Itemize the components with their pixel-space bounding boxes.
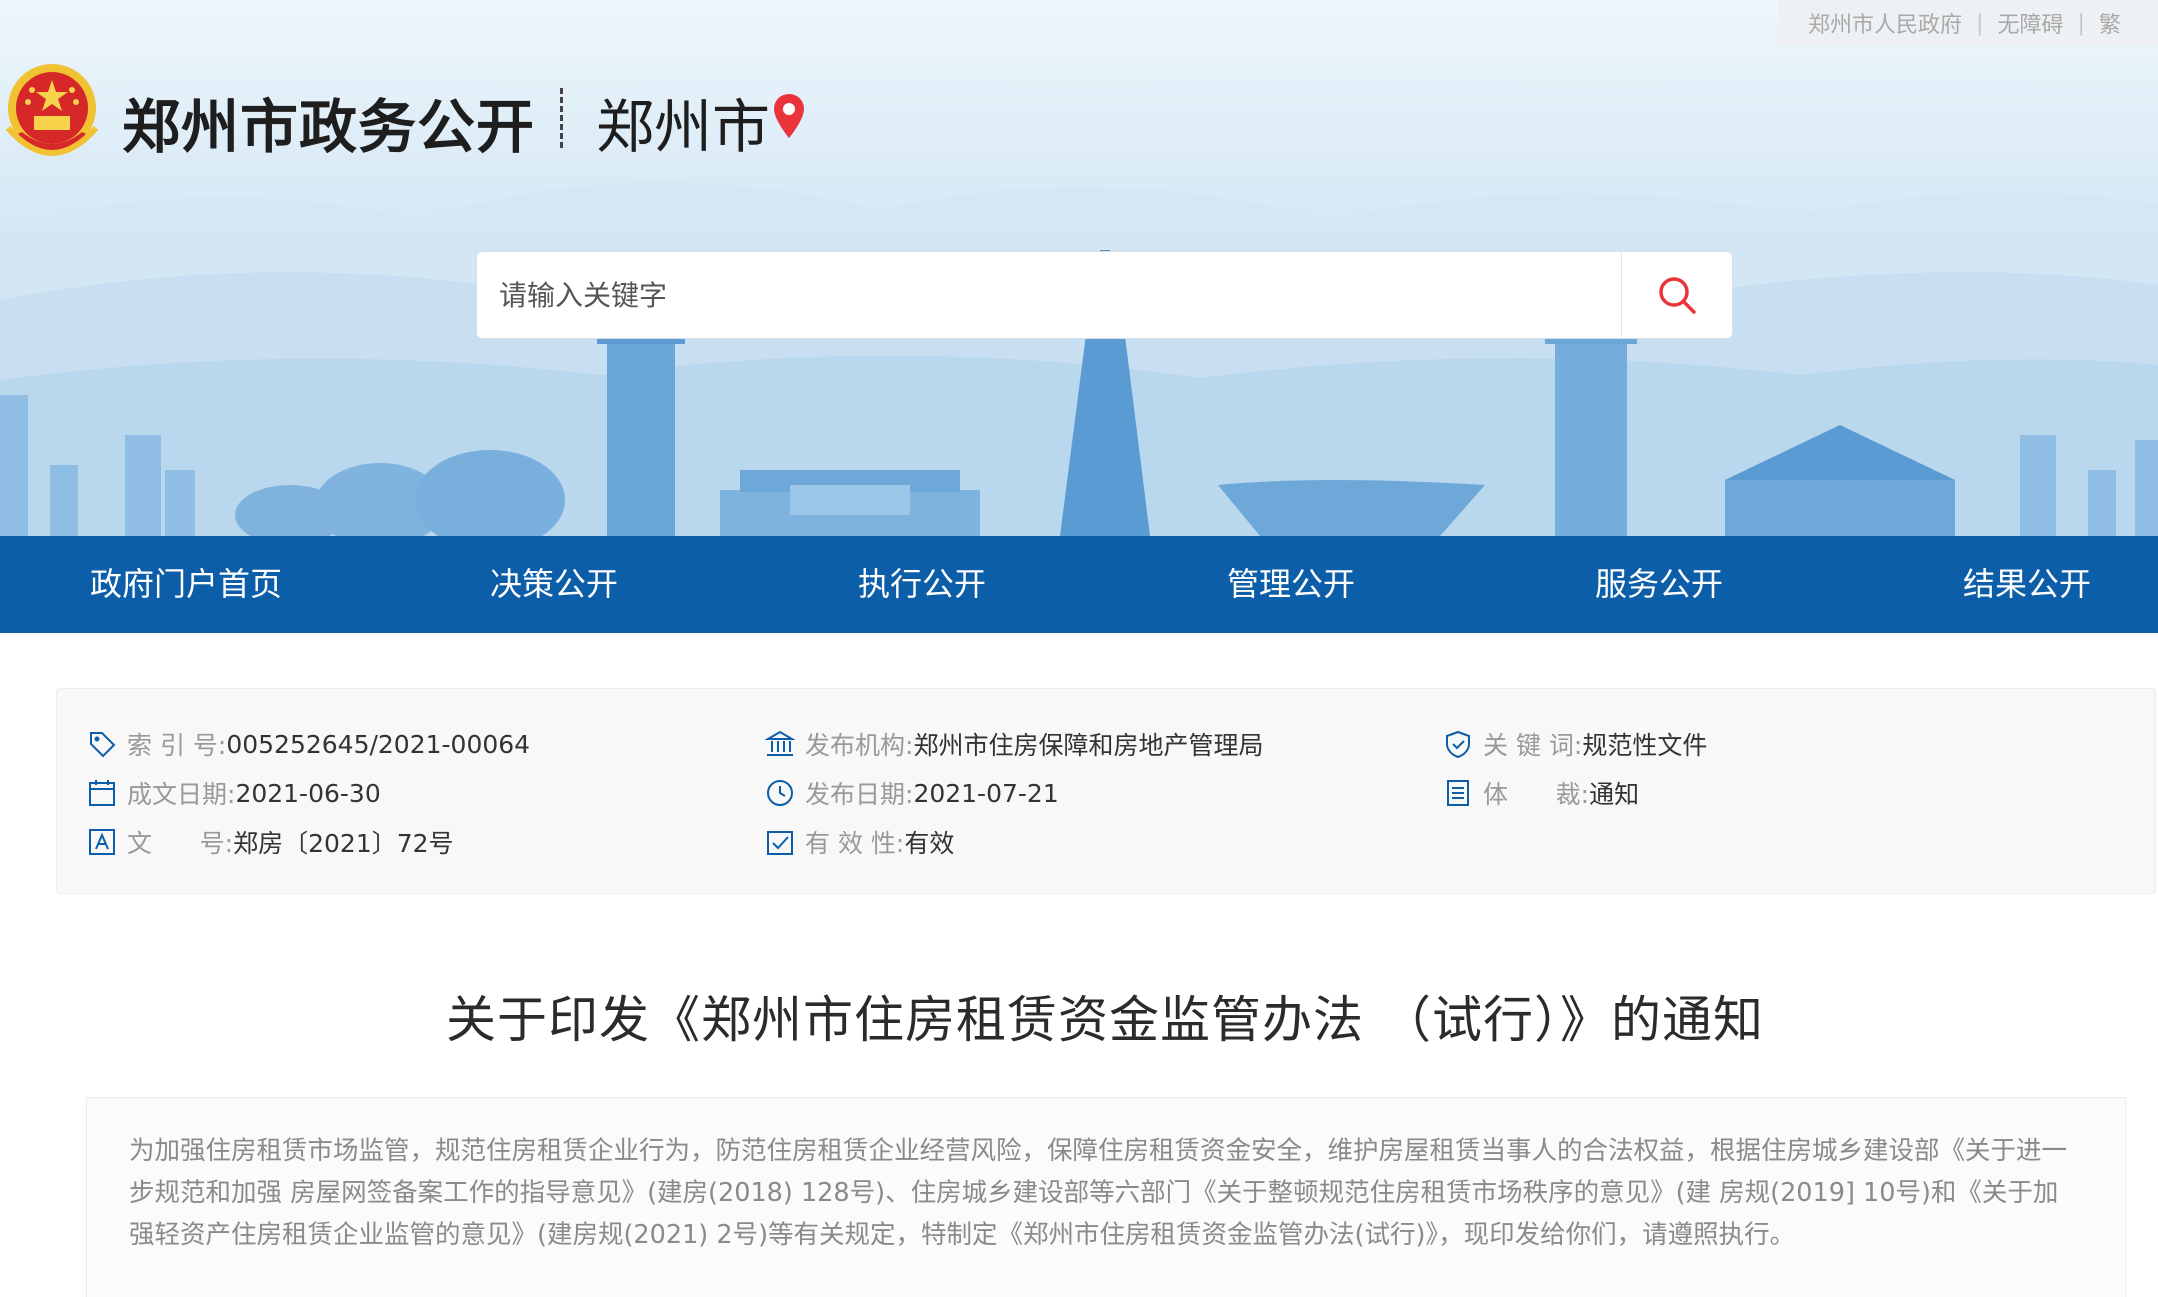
- shield-icon: [1443, 729, 1473, 759]
- national-emblem-icon: [5, 64, 99, 156]
- nav-item-portal-home[interactable]: 政府门户首页: [90, 536, 282, 633]
- calendar-icon: [87, 778, 117, 808]
- document-paragraph: 为加强住房租赁市场监管，规范住房租赁企业行为，防范住房租赁企业经营风险，保障住房…: [129, 1136, 2068, 1250]
- document-metadata: 索 引 号: 005252645/2021-00064 成文日期: 2021-0…: [56, 688, 2156, 894]
- meta-genre-label: 体 裁:: [1483, 780, 1590, 809]
- document-title: 关于印发《郑州市住房租赁资金监管办法 （试行）》的通知: [446, 991, 1764, 1049]
- search-bar: [476, 251, 1733, 339]
- institution-icon: [765, 729, 795, 759]
- meta-genre: 体 裁: 通知: [1443, 775, 1639, 811]
- meta-publisher: 发布机构: 郑州市住房保障和房地产管理局: [765, 726, 1263, 762]
- accessibility-link[interactable]: 无障碍: [1997, 7, 2063, 39]
- meta-doc-no: 文 号: 郑房〔2021〕72号: [87, 824, 454, 860]
- meta-publish-date-value: 2021-07-21: [913, 778, 1059, 808]
- list-document-icon: [1443, 778, 1473, 808]
- meta-publish-date-label: 发布日期:: [805, 780, 914, 809]
- city-name[interactable]: 郑州市: [596, 80, 770, 164]
- meta-doc-no-label: 文 号:: [127, 829, 234, 858]
- meta-index: 索 引 号: 005252645/2021-00064: [87, 726, 530, 762]
- top-utility-links: 郑州市人民政府 | 无障碍 | 繁: [1778, 0, 2158, 46]
- meta-keywords-value: 规范性文件: [1582, 731, 1708, 760]
- meta-keywords: 关 键 词: 规范性文件: [1443, 726, 1707, 762]
- title-divider: [560, 88, 563, 148]
- nav-item-result[interactable]: 结果公开: [1963, 536, 2091, 633]
- meta-validity-label: 有 效 性:: [805, 829, 905, 858]
- search-input[interactable]: [477, 251, 1621, 339]
- meta-index-label: 索 引 号:: [127, 731, 227, 760]
- meta-validity-value: 有效: [904, 829, 955, 858]
- traditional-chinese-link[interactable]: 繁: [2099, 7, 2121, 39]
- nav-item-execution[interactable]: 执行公开: [858, 536, 986, 633]
- nav-item-management[interactable]: 管理公开: [1227, 536, 1355, 633]
- nav-item-service[interactable]: 服务公开: [1595, 536, 1723, 633]
- meta-index-value: 005252645/2021-00064: [226, 729, 531, 759]
- meta-doc-no-value: 郑房〔2021〕72号: [233, 829, 454, 858]
- meta-keywords-label: 关 键 词:: [1483, 731, 1583, 760]
- search-button[interactable]: [1621, 252, 1732, 338]
- clock-icon: [765, 778, 795, 808]
- checkbox-icon: [765, 827, 795, 857]
- tag-icon: [87, 729, 117, 759]
- location-pin-icon[interactable]: [772, 92, 806, 140]
- search-icon: [1659, 277, 1696, 314]
- meta-publish-date: 发布日期: 2021-07-21: [765, 775, 1059, 811]
- meta-genre-value: 通知: [1589, 780, 1640, 809]
- meta-date-created: 成文日期: 2021-06-30: [87, 775, 381, 811]
- meta-validity: 有 效 性: 有效: [765, 824, 954, 860]
- separator: |: [2077, 10, 2085, 36]
- gov-portal-link[interactable]: 郑州市人民政府: [1808, 7, 1962, 39]
- main-nav: 政府门户首页 决策公开 执行公开 管理公开 服务公开 结果公开: [0, 536, 2158, 633]
- site-title[interactable]: 郑州市政务公开: [122, 80, 535, 164]
- meta-publisher-value: 郑州市住房保障和房地产管理局: [913, 731, 1264, 760]
- meta-date-created-label: 成文日期:: [127, 780, 236, 809]
- meta-date-created-value: 2021-06-30: [235, 778, 381, 808]
- document-number-icon: [87, 827, 117, 857]
- document-body: 为加强住房租赁市场监管，规范住房租赁企业行为，防范住房租赁企业经营风险，保障住房…: [86, 1097, 2126, 1297]
- meta-publisher-label: 发布机构:: [805, 731, 914, 760]
- header-banner: 郑州市人民政府 | 无障碍 | 繁 郑州市政务公开 郑州市: [0, 0, 2158, 536]
- nav-item-decision[interactable]: 决策公开: [490, 536, 618, 633]
- separator: |: [1976, 10, 1984, 36]
